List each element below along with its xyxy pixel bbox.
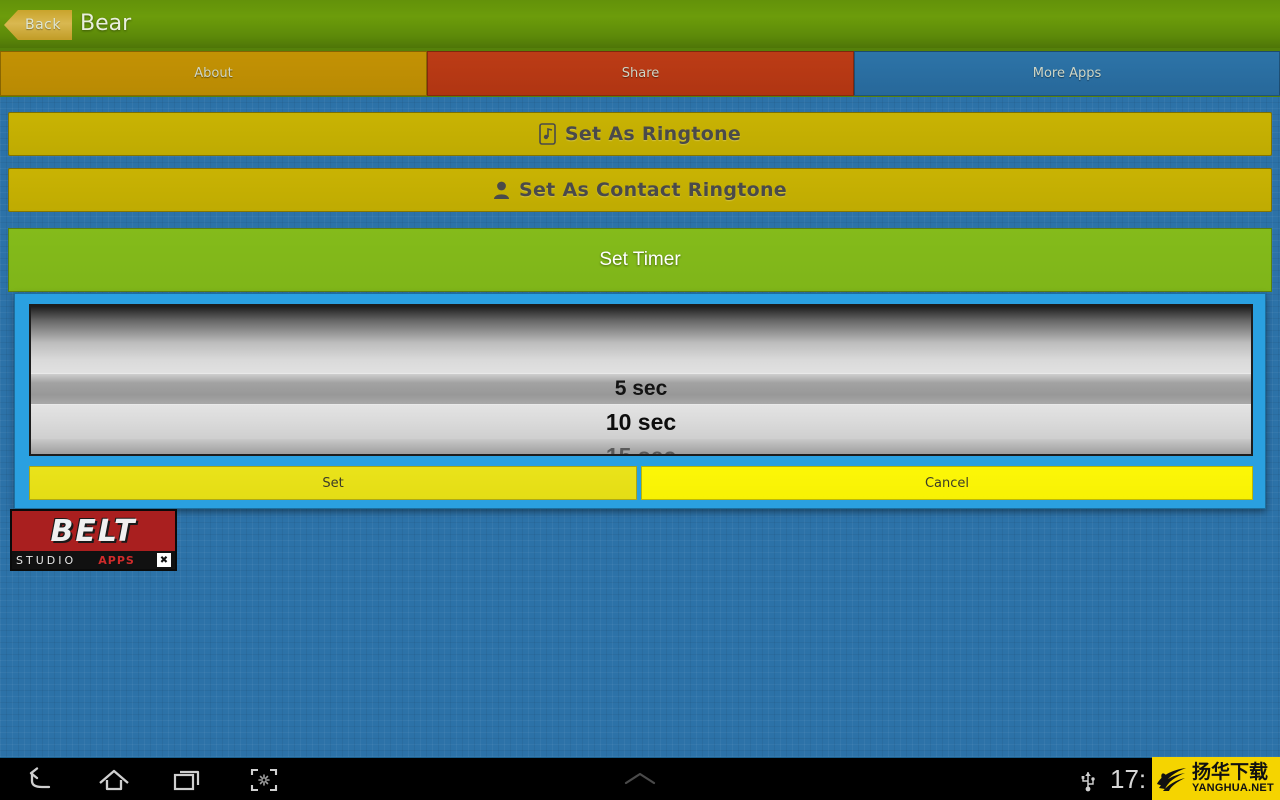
usb-icon: [1075, 758, 1101, 800]
logo-mark-icon: ✖: [156, 553, 171, 567]
set-timer-dialog: 5 sec 10 sec 15 sec Set Cancel: [14, 293, 1266, 509]
screenshot-icon[interactable]: [236, 758, 292, 800]
app-root: Back Bear About Share More Apps Set As R…: [0, 0, 1280, 757]
watermark-text: 扬华下载 YANGHUA.NET: [1192, 763, 1274, 794]
dialog-action-row: Set Cancel: [29, 466, 1253, 500]
watermark-globe-icon: [1154, 764, 1190, 794]
page-title: Bear: [80, 11, 132, 36]
person-icon: [493, 180, 510, 200]
spinner-item-10-sec[interactable]: 10 sec: [31, 405, 1251, 439]
recent-apps-icon[interactable]: [160, 758, 216, 800]
chevron-up-icon[interactable]: [612, 758, 668, 800]
tab-more-apps-label: More Apps: [1032, 66, 1102, 81]
spinner-item-5-sec[interactable]: 5 sec: [31, 374, 1251, 404]
timer-value-spinner[interactable]: 5 sec 10 sec 15 sec: [29, 304, 1253, 456]
home-icon[interactable]: [86, 758, 142, 800]
spinner-item-blank[interactable]: [31, 306, 1251, 373]
set-as-ringtone-label: Set As Ringtone: [564, 123, 742, 145]
tab-about[interactable]: About: [0, 51, 427, 96]
spinner-item-5-sec-label: 5 sec: [614, 377, 668, 400]
back-button[interactable]: Back: [4, 10, 72, 40]
cancel-button-label: Cancel: [924, 475, 970, 491]
set-timer-label: Set Timer: [599, 249, 681, 270]
logo-subtitle-band: STUDIO APPS ✖: [12, 551, 175, 569]
logo-subtitle: STUDIO: [16, 553, 77, 567]
belt-studio-apps-logo[interactable]: BELT STUDIO APPS ✖: [10, 509, 177, 571]
set-timer-button[interactable]: Set Timer: [8, 228, 1272, 292]
logo-title-band: BELT: [12, 511, 175, 551]
tab-bar: About Share More Apps: [0, 50, 1280, 97]
tab-share-label: Share: [621, 66, 660, 81]
set-as-contact-ringtone-button[interactable]: Set As Contact Ringtone: [8, 168, 1272, 212]
back-button-label: Back: [25, 17, 61, 33]
tab-more-apps[interactable]: More Apps: [854, 51, 1280, 96]
set-as-contact-ringtone-label: Set As Contact Ringtone: [518, 179, 787, 201]
status-clock: 17:: [1110, 764, 1147, 794]
back-arrow-icon[interactable]: [12, 758, 68, 800]
watermark-cn-text: 扬华下载: [1192, 761, 1269, 783]
spinner-item-15-sec[interactable]: 15 sec: [31, 439, 1251, 456]
watermark-yanghua: 扬华下载 YANGHUA.NET: [1152, 757, 1280, 800]
spinner-item-15-sec-label: 15 sec: [605, 442, 677, 456]
cancel-button[interactable]: Cancel: [641, 466, 1253, 500]
app-header: Back Bear: [0, 0, 1280, 50]
set-as-ringtone-button[interactable]: Set As Ringtone: [8, 112, 1272, 156]
logo-suffix: APPS: [98, 553, 135, 567]
phone-ringtone-icon: [539, 123, 556, 145]
set-button-label: Set: [322, 475, 344, 491]
android-navigation-bar: 17:: [0, 757, 1280, 800]
tab-about-label: About: [194, 66, 233, 81]
set-button[interactable]: Set: [29, 466, 637, 500]
logo-title: BELT: [50, 513, 137, 549]
tab-share[interactable]: Share: [427, 51, 854, 96]
watermark-en-text: YANGHUA.NET: [1192, 782, 1274, 794]
spinner-item-10-sec-label: 10 sec: [605, 408, 677, 435]
